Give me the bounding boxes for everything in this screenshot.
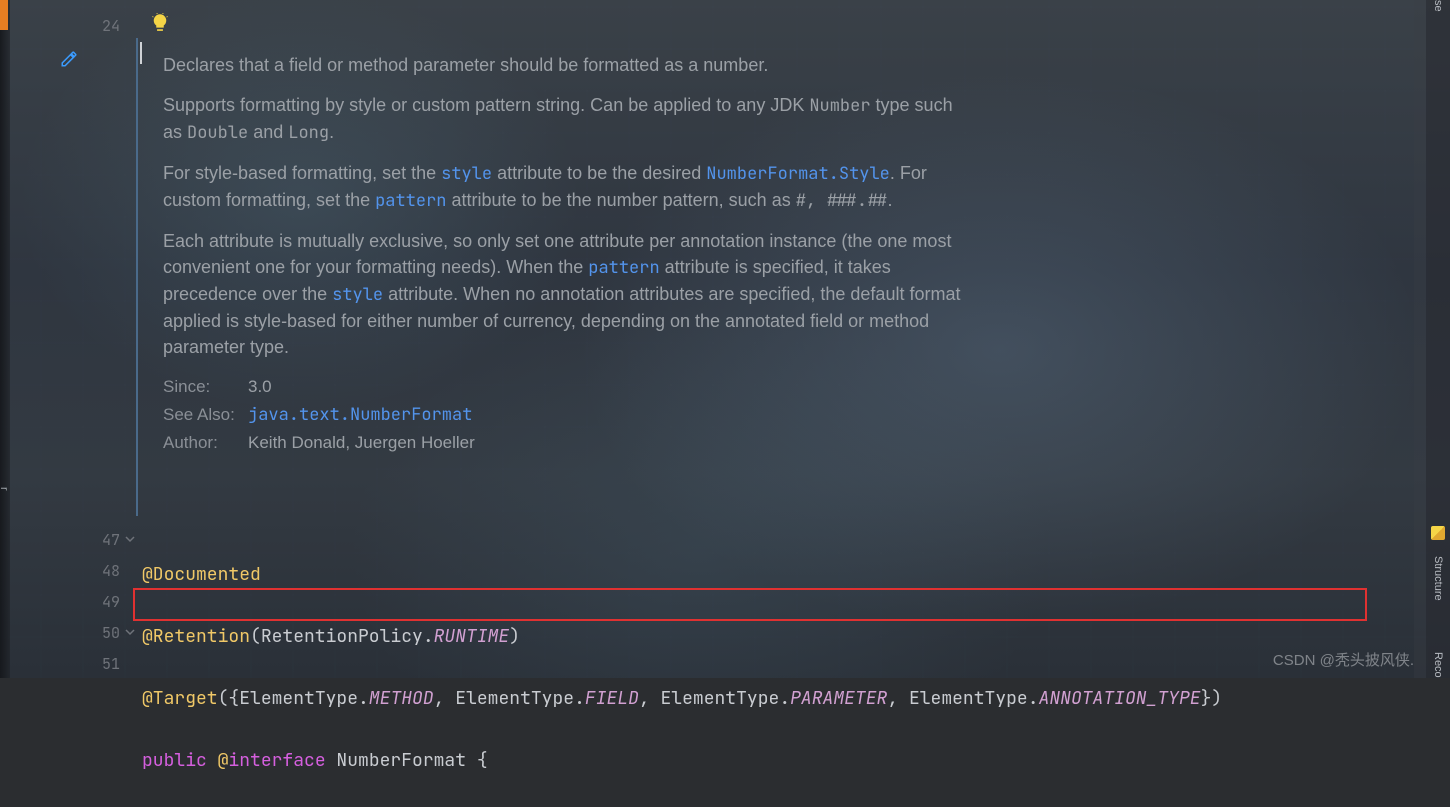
editor-gutter[interactable]: 24 47 48 49 50 51	[42, 0, 130, 678]
javadoc-since-label: Since:	[163, 374, 238, 400]
left-tab-fragment: r	[0, 487, 10, 491]
fold-toggle-icon[interactable]	[124, 533, 136, 545]
javadoc-rendered: Declares that a field or method paramete…	[163, 52, 973, 456]
left-tool-strip[interactable]: r	[0, 0, 10, 678]
modified-line-marker	[0, 0, 8, 30]
right-tab-fragment-bottom[interactable]: Reco	[1430, 646, 1446, 684]
annotation-highlight-box	[133, 588, 1367, 621]
right-tab-fragment-top[interactable]: se	[1430, 0, 1446, 18]
edit-icon[interactable]	[60, 50, 78, 73]
watermark-text: CSDN @秃头披风侠.	[1273, 649, 1414, 670]
javadoc-paragraph: Supports formatting by style or custom p…	[163, 92, 973, 146]
fold-toggle-icon[interactable]	[124, 626, 136, 638]
javadoc-link[interactable]: pattern	[588, 257, 659, 279]
line-number: 48	[80, 561, 120, 581]
code-line-47[interactable]: @Documented	[142, 559, 1222, 590]
javadoc-link[interactable]: style	[441, 163, 492, 185]
javadoc-author-label: Author:	[163, 430, 238, 456]
javadoc-seealso-link[interactable]: java.text.NumberFormat	[248, 402, 472, 428]
javadoc-paragraph: Each attribute is mutually exclusive, so…	[163, 228, 973, 360]
javadoc-author-row: Author: Keith Donald, Juergen Hoeller	[163, 430, 973, 456]
javadoc-paragraph: For style-based formatting, set the styl…	[163, 160, 973, 214]
line-number: 47	[80, 530, 120, 550]
right-tab-structure[interactable]: Structure	[1430, 550, 1446, 607]
intention-bulb-icon[interactable]	[150, 13, 170, 39]
code-line-49[interactable]: @Target({ElementType.METHOD, ElementType…	[142, 683, 1222, 714]
code-line-48[interactable]: @Retention(RetentionPolicy.RUNTIME)	[142, 621, 1222, 652]
code-editor-lines[interactable]: @Documented @Retention(RetentionPolicy.R…	[142, 528, 1222, 807]
javadoc-seealso-label: See Also:	[163, 402, 238, 428]
line-number: 50	[80, 623, 120, 643]
line-number: 49	[80, 592, 120, 612]
javadoc-left-border	[136, 38, 138, 516]
text-cursor	[140, 42, 142, 64]
javadoc-link[interactable]: NumberFormat.Style	[706, 163, 890, 185]
line-number: 24	[80, 16, 120, 36]
javadoc-since-value: 3.0	[248, 374, 272, 400]
javadoc-author-value: Keith Donald, Juergen Hoeller	[248, 430, 475, 456]
line-number: 51	[80, 654, 120, 674]
editor-scrollbar[interactable]	[1414, 0, 1426, 678]
javadoc-link[interactable]: style	[332, 284, 383, 306]
javadoc-seealso-row: See Also: java.text.NumberFormat	[163, 402, 973, 428]
structure-icon[interactable]	[1431, 526, 1445, 540]
code-line-50[interactable]: public @interface NumberFormat {	[142, 745, 1222, 776]
javadoc-since-row: Since: 3.0	[163, 374, 973, 400]
javadoc-paragraph: Declares that a field or method paramete…	[163, 52, 973, 78]
right-tool-strip[interactable]: se Structure Reco	[1426, 0, 1450, 678]
javadoc-link[interactable]: pattern	[375, 190, 446, 212]
